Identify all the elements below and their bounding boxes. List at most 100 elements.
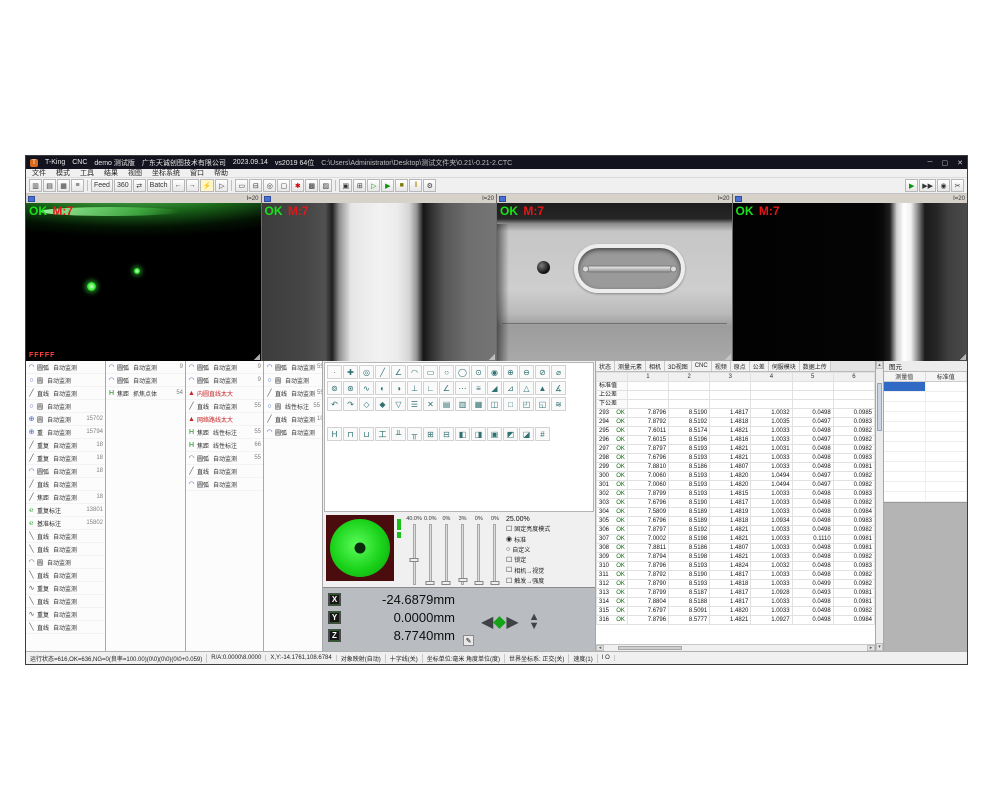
horizontal-scrollbar[interactable]: ◂ ▸ <box>596 644 875 651</box>
element-item[interactable]: ╲直线自动监测 <box>26 530 105 543</box>
jog-center-icon[interactable] <box>493 616 506 629</box>
tool-icon-2-8[interactable]: ▥ <box>455 397 470 411</box>
element-item[interactable]: ╱焦距自动监测18 <box>26 491 105 504</box>
slider-track[interactable] <box>413 524 416 585</box>
tool-icon-2-1[interactable]: ↷ <box>343 397 358 411</box>
tool-icon-3-8[interactable]: ◧ <box>455 427 470 441</box>
table-row[interactable]: 300OK7.00608.51931.48201.04940.04970.098… <box>597 472 875 481</box>
tool-icon-0-3[interactable]: ╱ <box>375 365 390 379</box>
tool-icon-2-14[interactable]: ≋ <box>551 397 566 411</box>
camera-capture-icon[interactable]: ◉ <box>937 179 950 192</box>
stop-icon[interactable]: ■ <box>395 179 408 192</box>
table-row[interactable]: 294OK7.87928.51921.48181.00350.04970.098… <box>597 418 875 427</box>
element-item[interactable]: ◠圆弧自动监测55 <box>186 452 263 465</box>
menu-item-0[interactable]: 文件 <box>32 168 46 178</box>
scrollbar-thumb[interactable] <box>877 383 882 431</box>
table-row[interactable]: 305OK7.67968.51891.48181.09340.04980.098… <box>597 517 875 526</box>
tool-icon-3-3[interactable]: 工 <box>375 427 390 441</box>
tool-icon-1-2[interactable]: ∿ <box>359 381 374 395</box>
element-item[interactable]: ╲直线自动监测 <box>26 569 105 582</box>
tool-icon-3-10[interactable]: ▣ <box>487 427 502 441</box>
z-axis-icon[interactable]: Z <box>328 629 341 642</box>
vertical-scrollbar[interactable]: ▴ ▾ <box>876 361 884 651</box>
tool-icon-1-14[interactable]: ∡ <box>551 381 566 395</box>
menu-item-7[interactable]: 帮助 <box>214 168 228 178</box>
tool-icon-1-13[interactable]: ▲ <box>535 381 550 395</box>
menu-item-3[interactable]: 结果 <box>104 168 118 178</box>
tool-icon-2-9[interactable]: ▦ <box>471 397 486 411</box>
slider-thumb[interactable] <box>410 558 419 562</box>
table-row[interactable]: 299OK7.88108.51861.48071.00330.04980.098… <box>597 463 875 472</box>
checkbox-option-3[interactable]: ☐锁定 <box>506 555 592 564</box>
jog-right-icon[interactable]: ▶ <box>506 612 518 632</box>
pattern-icon[interactable]: ▩ <box>305 179 318 192</box>
primitive-row[interactable] <box>884 472 967 482</box>
element-item[interactable]: ◠圆弧自动监测9 <box>106 361 185 374</box>
table-row[interactable]: 302OK7.87998.51931.48151.00330.04980.098… <box>597 490 875 499</box>
tool-icon-0-13[interactable]: ⊘ <box>535 365 550 379</box>
slider-track[interactable] <box>477 524 480 585</box>
run-program-icon[interactable]: ▶ <box>905 179 918 192</box>
frame-icon[interactable]: ▢ <box>277 179 290 192</box>
rotate-360-button[interactable]: 360 <box>114 179 132 192</box>
tool-icon-1-7[interactable]: ∠ <box>439 381 454 395</box>
new-file-icon[interactable]: ▥ <box>29 179 42 192</box>
checkbox-option-4[interactable]: ☐相机→视觉 <box>506 566 592 575</box>
tool-icon-2-7[interactable]: ▤ <box>439 397 454 411</box>
element-item[interactable]: ◠圆弧自动监测9 <box>186 374 263 387</box>
tool-icon-0-2[interactable]: ◎ <box>359 365 374 379</box>
slider-thumb[interactable] <box>426 581 435 585</box>
target-icon[interactable]: ✱ <box>291 179 304 192</box>
tool-icon-0-4[interactable]: ∠ <box>391 365 406 379</box>
element-item[interactable]: ◠圆弧自动监测18 <box>26 465 105 478</box>
table-row[interactable]: 303OK7.67968.51901.48171.00330.04980.098… <box>597 499 875 508</box>
table-row[interactable]: 315OK7.67978.50911.48201.00330.04980.098… <box>597 607 875 616</box>
scroll-down-icon[interactable]: ▾ <box>876 643 883 651</box>
y-axis-icon[interactable]: Y <box>328 611 341 624</box>
tool-icon-0-9[interactable]: ⊙ <box>471 365 486 379</box>
menu-item-5[interactable]: 坐标系统 <box>152 168 180 178</box>
table-row[interactable]: 310OK7.87968.51931.48241.00320.04980.098… <box>597 562 875 571</box>
element-item[interactable]: ◠圆自动监测 <box>26 556 105 569</box>
batch-button[interactable]: Batch <box>147 179 171 192</box>
measure-box-icon[interactable]: ▭ <box>235 179 248 192</box>
element-item[interactable]: ○圆线性标注55 <box>264 400 322 413</box>
minimize-button[interactable]: ─ <box>928 159 933 167</box>
tool-icon-0-10[interactable]: ◉ <box>487 365 502 379</box>
tool-icon-1-5[interactable]: ⊥ <box>407 381 422 395</box>
tool-icon-1-8[interactable]: ⋯ <box>455 381 470 395</box>
tool-icon-1-6[interactable]: ∟ <box>423 381 438 395</box>
slider-thumb[interactable] <box>490 581 499 585</box>
table-tab-9[interactable]: 数据上传 <box>800 361 831 371</box>
tool-icon-1-11[interactable]: ⊿ <box>503 381 518 395</box>
table-row[interactable]: 293OK7.87968.51901.48171.00320.04980.098… <box>597 409 875 418</box>
scroll-right-icon[interactable]: ▸ <box>867 645 875 651</box>
element-item[interactable]: ◠圆弧自动监测 <box>26 361 105 374</box>
camera-2-view[interactable]: OK M:7 <box>262 203 497 361</box>
tool-icon-0-7[interactable]: ○ <box>439 365 454 379</box>
element-item[interactable]: ◠圆弧自动监测 <box>106 374 185 387</box>
element-item[interactable]: ⊕重自动监测15794 <box>26 426 105 439</box>
camera-4-view[interactable]: OK M:7 <box>733 203 968 361</box>
table-row[interactable]: 309OK7.87948.51981.48211.00330.04980.098… <box>597 553 875 562</box>
element-item[interactable]: ⊕圆自动监测15702 <box>26 413 105 426</box>
tool-icon-0-1[interactable]: ✚ <box>343 365 358 379</box>
table-tab-2[interactable]: 相机 <box>646 361 665 371</box>
tool-icon-3-9[interactable]: ◨ <box>471 427 486 441</box>
primitive-row[interactable] <box>884 432 967 442</box>
slider-thumb[interactable] <box>442 581 451 585</box>
open-file-icon[interactable]: ▤ <box>43 179 56 192</box>
cut-icon[interactable]: ✂ <box>951 179 964 192</box>
element-item[interactable]: ◠圆弧自动监测55 <box>264 361 322 374</box>
edit-coordinate-button[interactable]: ✎ <box>463 635 474 646</box>
table-row[interactable]: 304OK7.58098.51891.48191.00330.04980.098… <box>597 508 875 517</box>
checkbox-option-5[interactable]: ☐触发→强度 <box>506 576 592 585</box>
menu-item-2[interactable]: 工具 <box>80 168 94 178</box>
tool-icon-2-3[interactable]: ◆ <box>375 397 390 411</box>
element-item[interactable]: ○圆自动监测 <box>26 374 105 387</box>
primitive-row[interactable] <box>884 412 967 422</box>
resize-grip-icon[interactable] <box>488 353 495 360</box>
table-row[interactable]: 314OK7.88048.51881.48171.00330.04980.098… <box>597 598 875 607</box>
scrollbar-thumb[interactable] <box>618 646 682 650</box>
slider-track[interactable] <box>461 524 464 585</box>
